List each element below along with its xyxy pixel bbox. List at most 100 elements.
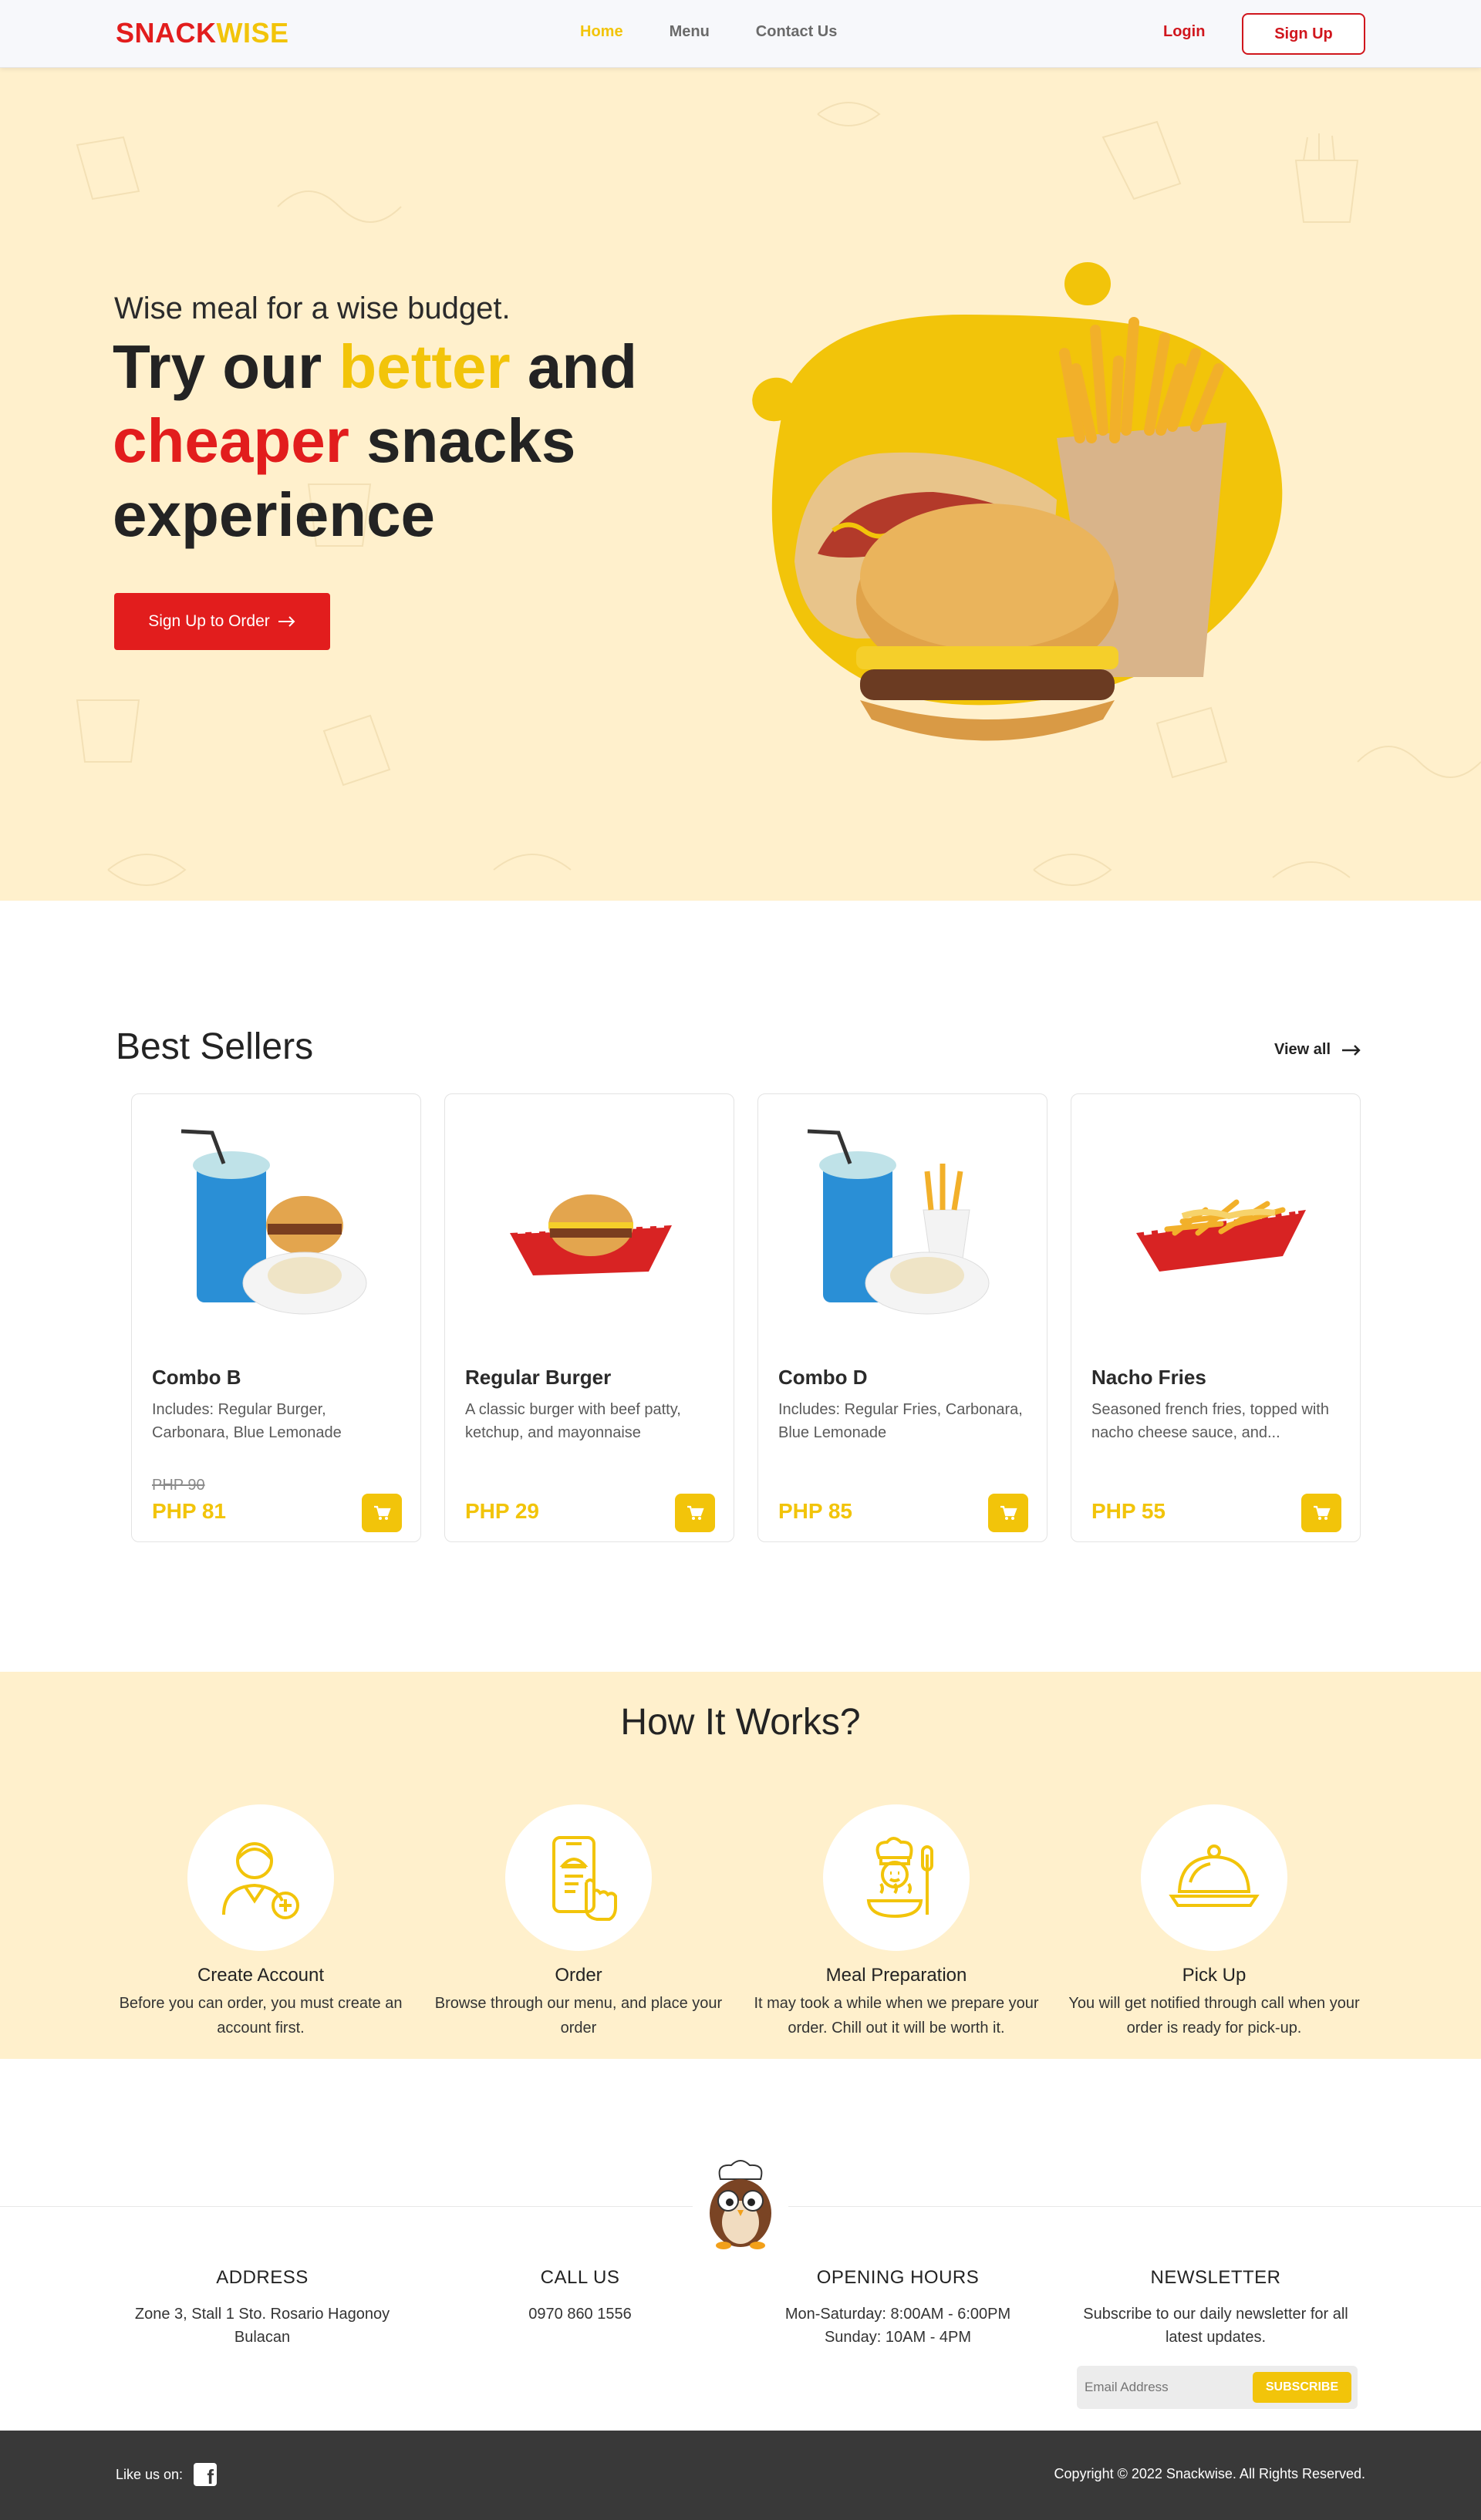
facebook-icon[interactable]: f: [194, 2463, 218, 2487]
step-icon-circle: [1141, 1804, 1287, 1951]
phone-tap-icon: [552, 1836, 617, 1921]
step-description: Browse through our menu, and place your …: [434, 1995, 723, 2037]
product-card[interactable]: Combo B Includes: Regular Burger, Carbon…: [131, 1093, 421, 1542]
address-heading: ADDRESS: [216, 2267, 309, 2288]
address-text: Zone 3, Stall 1 Sto. Rosario Hagonoy Bul…: [134, 2306, 390, 2346]
phone-number[interactable]: 0970 860 1556: [434, 2303, 727, 2326]
nav-link-menu[interactable]: Menu: [670, 23, 710, 41]
product-card[interactable]: Combo D Includes: Regular Fries, Carbona…: [757, 1093, 1047, 1542]
hours-sunday: Sunday: 10AM - 4PM: [824, 2329, 972, 2346]
headline-highlight-cheaper: cheaper: [113, 406, 349, 475]
how-it-works-title: How It Works?: [620, 1702, 861, 1743]
view-all-label: View all: [1274, 1041, 1331, 1058]
cart-icon: [687, 1505, 704, 1520]
hero-section: Wise meal for a wise budget. Try our bet…: [0, 68, 1481, 901]
product-card[interactable]: Nacho Fries Seasoned french fries, toppe…: [1071, 1093, 1361, 1542]
cloche-icon: [1169, 1845, 1260, 1907]
product-price: PHP 55: [1091, 1499, 1166, 1523]
nav-link-contact[interactable]: Contact Us: [756, 23, 838, 41]
cart-icon: [1000, 1505, 1017, 1520]
step-title: Meal Preparation: [825, 1965, 967, 1986]
hero-tagline: Wise meal for a wise budget.: [114, 291, 511, 325]
product-price: PHP 29: [465, 1499, 539, 1523]
hours-weekday: Mon-Saturday: 8:00AM - 6:00PM: [784, 2306, 1011, 2323]
step-title: Create Account: [197, 1965, 325, 1986]
footer-hours: OPENING HOURS Mon-Saturday: 8:00AM - 6:0…: [751, 2267, 1044, 2349]
step-meal-preparation: Meal Preparation It may took a while whe…: [750, 1804, 1043, 2040]
view-all-link[interactable]: View all: [1274, 1041, 1361, 1059]
step-pick-up: Pick Up You will get notified through ca…: [1068, 1804, 1361, 2040]
headline-part-1: Try our: [113, 332, 339, 401]
footer-newsletter: NEWSLETTER Subscribe to our daily newsle…: [1069, 2267, 1362, 2349]
signup-to-order-button[interactable]: Sign Up to Order: [114, 593, 330, 650]
hero-headline: Try our better and cheaper snacks experi…: [113, 330, 699, 552]
login-link[interactable]: Login: [1163, 23, 1205, 41]
brand-logo[interactable]: SNACKWISE: [116, 17, 289, 49]
owl-chef-mascot-icon: [693, 2156, 788, 2252]
footer-address: ADDRESS Zone 3, Stall 1 Sto. Rosario Hag…: [116, 2267, 409, 2349]
newsletter-description: Subscribe to our daily newsletter for al…: [1083, 2306, 1348, 2346]
like-us-label: Like us on:: [116, 2466, 184, 2482]
chef-icon: [866, 1837, 933, 1919]
cart-icon: [1314, 1505, 1331, 1520]
step-description: Before you can order, you must create an…: [119, 1995, 403, 2037]
step-description: You will get notified through call when …: [1068, 1995, 1360, 2037]
nav-links: Home Menu Contact Us: [580, 23, 837, 41]
product-description: Includes: Regular Fries, Carbonara, Blue…: [778, 1401, 1023, 1441]
subscribe-button[interactable]: SUBSCRIBE: [1253, 2372, 1351, 2403]
cart-icon: [374, 1505, 391, 1520]
best-sellers-cards: Combo B Includes: Regular Burger, Carbon…: [131, 1093, 1361, 1542]
hero-food-illustration: [752, 262, 1283, 741]
steps-row: Create Account Before you can order, you…: [114, 1804, 1361, 2040]
user-plus-icon: [222, 1842, 299, 1919]
step-create-account: Create Account Before you can order, you…: [114, 1804, 407, 2040]
add-to-cart-button[interactable]: [1301, 1494, 1341, 1532]
step-icon-circle: [187, 1804, 334, 1951]
cta-label: Sign Up to Order: [148, 612, 270, 630]
product-description: A classic burger with beef patty, ketchu…: [465, 1401, 681, 1441]
step-icon-circle: [823, 1804, 970, 1951]
product-description: Seasoned french fries, topped with nacho…: [1091, 1401, 1329, 1441]
add-to-cart-button[interactable]: [675, 1494, 715, 1532]
product-price: PHP 81: [152, 1499, 226, 1523]
how-it-works-section: How It Works? Create Account Before you …: [0, 1672, 1481, 2059]
product-old-price: PHP 90: [152, 1477, 205, 1494]
product-name: Nacho Fries: [1091, 1366, 1206, 1389]
top-navbar: SNACKWISE Home Menu Contact Us Login Sig…: [0, 0, 1481, 68]
product-name: Combo B: [152, 1366, 241, 1389]
footer-columns: ADDRESS Zone 3, Stall 1 Sto. Rosario Hag…: [116, 2267, 1362, 2349]
headline-highlight-better: better: [339, 332, 511, 401]
bottom-bar: Like us on: f Copyright © 2022 Snackwise…: [0, 2431, 1481, 2520]
combo-b-image: [180, 1129, 367, 1315]
product-name: Regular Burger: [465, 1366, 612, 1389]
call-heading: CALL US: [540, 2267, 620, 2288]
newsletter-form: SUBSCRIBE: [1077, 2366, 1358, 2409]
signup-button[interactable]: Sign Up: [1242, 13, 1365, 55]
copyright-text: Copyright © 2022 Snackwise. All Rights R…: [1054, 2466, 1365, 2481]
nav-link-home[interactable]: Home: [580, 23, 623, 41]
product-name: Combo D: [778, 1366, 868, 1389]
headline-part-2: and: [510, 332, 638, 401]
arrow-right-icon: [1342, 1044, 1361, 1056]
step-order: Order Browse through our menu, and place…: [432, 1804, 725, 2040]
social-links: Like us on: f: [116, 2463, 218, 2487]
best-sellers-title: Best Sellers: [116, 1026, 314, 1067]
nacho-fries-image: [1136, 1199, 1306, 1272]
product-description: Includes: Regular Burger, Carbonara, Blu…: [152, 1401, 342, 1441]
hours-heading: OPENING HOURS: [816, 2267, 980, 2288]
footer-call: CALL US 0970 860 1556: [434, 2267, 727, 2349]
step-title: Pick Up: [1182, 1965, 1247, 1986]
add-to-cart-button[interactable]: [988, 1494, 1028, 1532]
step-title: Order: [555, 1965, 602, 1986]
combo-d-image: [807, 1129, 990, 1315]
newsletter-heading: NEWSLETTER: [1150, 2267, 1281, 2288]
add-to-cart-button[interactable]: [362, 1494, 402, 1532]
product-price: PHP 85: [778, 1499, 852, 1523]
logo-snack: SNACK: [116, 17, 217, 49]
step-description: It may took a while when we prepare your…: [754, 1995, 1039, 2037]
logo-wise: WISE: [216, 17, 289, 49]
product-card[interactable]: Regular Burger A classic burger with bee…: [444, 1093, 734, 1542]
regular-burger-image: [510, 1194, 672, 1275]
email-input[interactable]: [1085, 2373, 1239, 2401]
step-icon-circle: [505, 1804, 652, 1951]
